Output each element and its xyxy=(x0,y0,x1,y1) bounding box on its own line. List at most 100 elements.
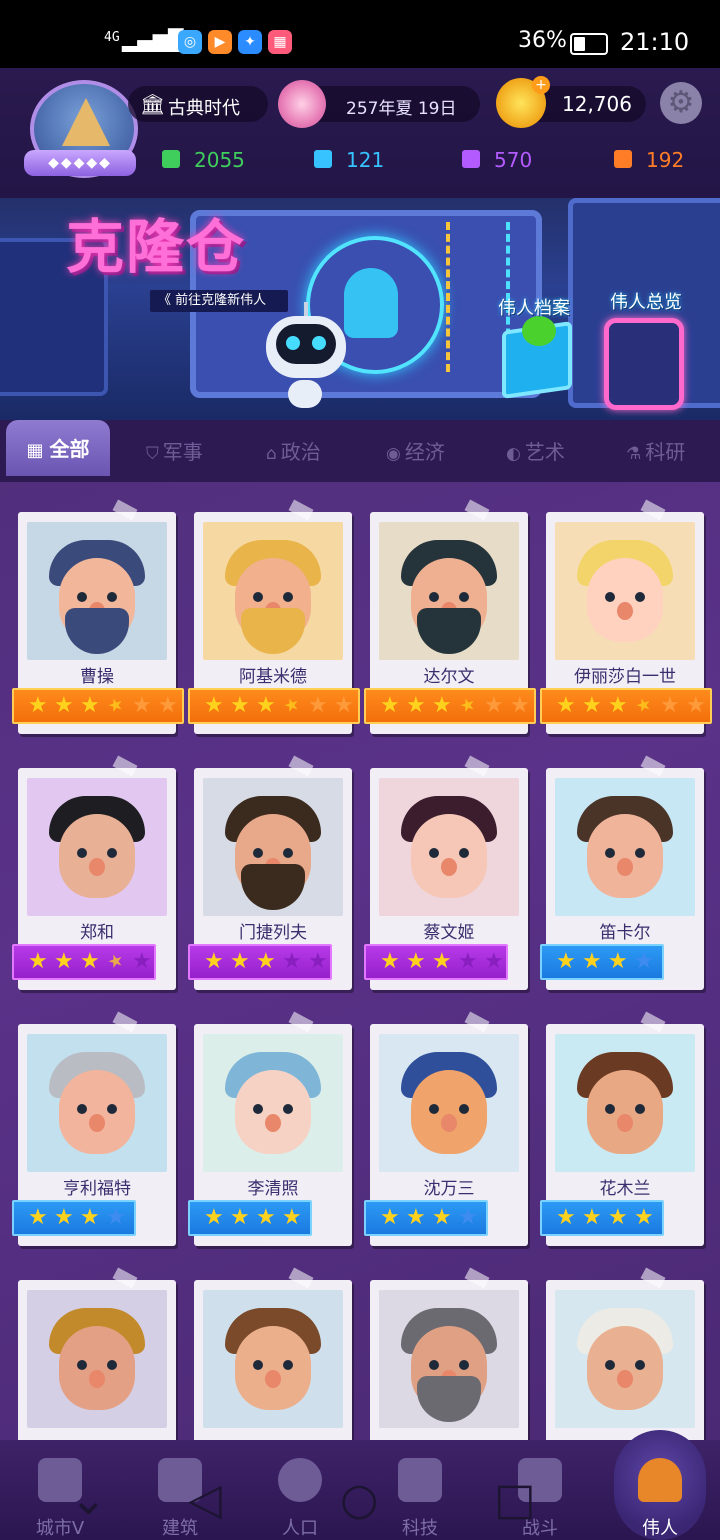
star-icon: ★ xyxy=(204,693,224,718)
star-icon: ★ xyxy=(105,693,127,718)
character-card[interactable]: 李清照 ★ ★ ★ ★ xyxy=(188,1011,352,1246)
system-down-icon[interactable]: ⌄ xyxy=(70,1478,107,1522)
star-icon: ★ xyxy=(28,693,48,718)
tab-military[interactable]: ⛉ 军事 xyxy=(146,436,203,468)
star-icon: ★ xyxy=(556,949,576,974)
tab-politics[interactable]: ⌂ 政治 xyxy=(266,436,321,468)
portrait-eye xyxy=(635,1360,645,1370)
star-icon: ★ xyxy=(204,949,224,974)
nav-buildings[interactable]: 建筑 xyxy=(120,1440,240,1540)
overview-portrait-icon[interactable] xyxy=(604,318,684,410)
character-card[interactable] xyxy=(194,1267,352,1440)
star-icon: ★ xyxy=(54,949,74,974)
nav-buildings-label: 建筑 xyxy=(162,1518,198,1539)
status-bar: 4G ▂▄▆█ ♡ ◎ ▶ ✦ ▦ 36% 21:10 xyxy=(0,0,720,68)
temple-icon: ⌂ xyxy=(266,444,277,464)
add-coins-icon[interactable]: + xyxy=(532,76,550,94)
portrait-eye xyxy=(77,592,87,602)
clone-lab-banner[interactable]: 克隆仓 《 前往克隆新伟人 伟人档案 伟人总览 xyxy=(0,198,720,420)
character-card[interactable]: 花木兰 ★ ★ ★ ★ xyxy=(540,1011,704,1246)
tape-strip xyxy=(288,755,314,777)
tab-all[interactable]: ▦ 全部 xyxy=(6,420,110,476)
portrait-face xyxy=(59,1326,135,1410)
resource-green-value: 2055 xyxy=(194,148,245,172)
star-rating: ★ ★ ★ ★ ★ xyxy=(12,944,156,980)
character-card[interactable]: 曹操 ★ ★ ★ ★ ★ ★ xyxy=(12,499,184,734)
character-name: 花木兰 xyxy=(599,1179,651,1199)
category-tabs: ▦ 全部 ⛉ 军事 ⌂ 政治 ◉ 经济 ◐ 艺术 ⚗ 科研 xyxy=(0,420,720,482)
portrait-face xyxy=(235,1070,311,1154)
portrait-face xyxy=(411,814,487,898)
portrait-eye xyxy=(253,848,263,858)
game-date: 257年夏 19日 xyxy=(346,99,457,119)
shield-icon: ⛉ xyxy=(146,444,159,464)
portrait-eye xyxy=(429,1360,439,1370)
tab-military-label: 军事 xyxy=(162,440,203,464)
character-card[interactable]: 笛卡尔 ★ ★ ★ ★ xyxy=(540,755,704,990)
tape-strip xyxy=(464,1267,490,1289)
tab-research[interactable]: ⚗ 科研 xyxy=(626,436,685,468)
character-card[interactable]: 阿基米德 ★ ★ ★ ★ ★ ★ xyxy=(188,499,360,734)
hologram-person-icon xyxy=(344,268,398,338)
character-card[interactable]: 沈万三 ★ ★ ★ ★ xyxy=(364,1011,528,1246)
character-portrait xyxy=(379,1034,519,1172)
system-recents-icon[interactable]: □ xyxy=(494,1478,536,1522)
portrait-eye xyxy=(635,1104,645,1114)
tape-strip xyxy=(112,1267,138,1289)
date-indicator[interactable]: 257年夏 19日 xyxy=(278,80,480,128)
clock: 21:10 xyxy=(620,28,690,56)
character-card[interactable]: 门捷列夫 ★ ★ ★ ★ ★ xyxy=(188,755,352,990)
era-indicator[interactable]: 🏛 古典时代 xyxy=(128,86,268,122)
era-label: 古典时代 xyxy=(168,98,240,119)
star-icon: ★ xyxy=(484,949,504,974)
character-card[interactable]: 伊丽莎白一世 ★ ★ ★ ★ ★ ★ xyxy=(540,499,712,734)
character-card[interactable]: 达尔文 ★ ★ ★ ★ ★ ★ xyxy=(364,499,536,734)
coin-counter[interactable]: + 12,706 xyxy=(496,76,646,128)
tab-art[interactable]: ◐ 艺术 xyxy=(506,436,565,468)
portrait-eye xyxy=(605,592,615,602)
tape-strip xyxy=(640,499,666,521)
character-card[interactable] xyxy=(18,1267,176,1440)
portrait-nose xyxy=(89,1114,105,1132)
star-icon: ★ xyxy=(634,949,654,974)
tab-art-label: 艺术 xyxy=(524,440,565,464)
purple-crate-icon xyxy=(462,150,480,168)
settings-gear-icon[interactable]: ⚙ xyxy=(660,82,702,124)
archive-button-label[interactable]: 伟人档案 xyxy=(498,294,570,320)
star-rating: ★ ★ ★ ★ xyxy=(12,1200,136,1236)
overview-button-label[interactable]: 伟人总览 xyxy=(610,288,682,314)
character-portrait xyxy=(555,1290,695,1428)
star-icon: ★ xyxy=(158,693,178,718)
nav-great-people[interactable]: 伟人 xyxy=(600,1430,720,1540)
system-back-icon[interactable]: ◁ xyxy=(188,1478,222,1522)
character-card[interactable]: 亨利福特 ★ ★ ★ ★ xyxy=(12,1011,176,1246)
star-icon: ★ xyxy=(633,693,655,718)
star-icon: ★ xyxy=(634,1205,654,1230)
portrait-eye xyxy=(283,592,293,602)
grid-icon: ▦ xyxy=(26,440,44,461)
blue-crate-icon xyxy=(314,150,332,168)
character-portrait xyxy=(379,522,519,660)
star-rating: ★ ★ ★ ★ xyxy=(188,1200,312,1236)
star-icon: ★ xyxy=(256,1205,276,1230)
character-portrait xyxy=(203,522,343,660)
character-card[interactable] xyxy=(546,1267,704,1440)
star-icon: ★ xyxy=(582,949,602,974)
robot-mascot-icon[interactable] xyxy=(266,302,346,408)
star-icon: ★ xyxy=(380,949,400,974)
character-card[interactable] xyxy=(370,1267,528,1440)
portrait-nose xyxy=(617,1114,633,1132)
tape-strip xyxy=(288,1267,314,1289)
tab-politics-label: 政治 xyxy=(280,440,321,464)
star-rating: ★ ★ ★ ★ ★ ★ xyxy=(188,688,360,724)
portrait-eye xyxy=(429,848,439,858)
star-icon: ★ xyxy=(308,949,328,974)
character-card[interactable]: 蔡文姬 ★ ★ ★ ★ ★ xyxy=(364,755,528,990)
system-home-icon[interactable]: ○ xyxy=(340,1478,378,1522)
tab-economy[interactable]: ◉ 经济 xyxy=(386,436,445,468)
book-icon xyxy=(398,1458,442,1502)
era-avatar-button[interactable]: ◆◆◆◆◆ xyxy=(24,80,140,184)
character-card[interactable]: 郑和 ★ ★ ★ ★ ★ xyxy=(12,755,176,990)
portrait-eye xyxy=(253,592,263,602)
archive-orb-icon xyxy=(522,316,556,346)
